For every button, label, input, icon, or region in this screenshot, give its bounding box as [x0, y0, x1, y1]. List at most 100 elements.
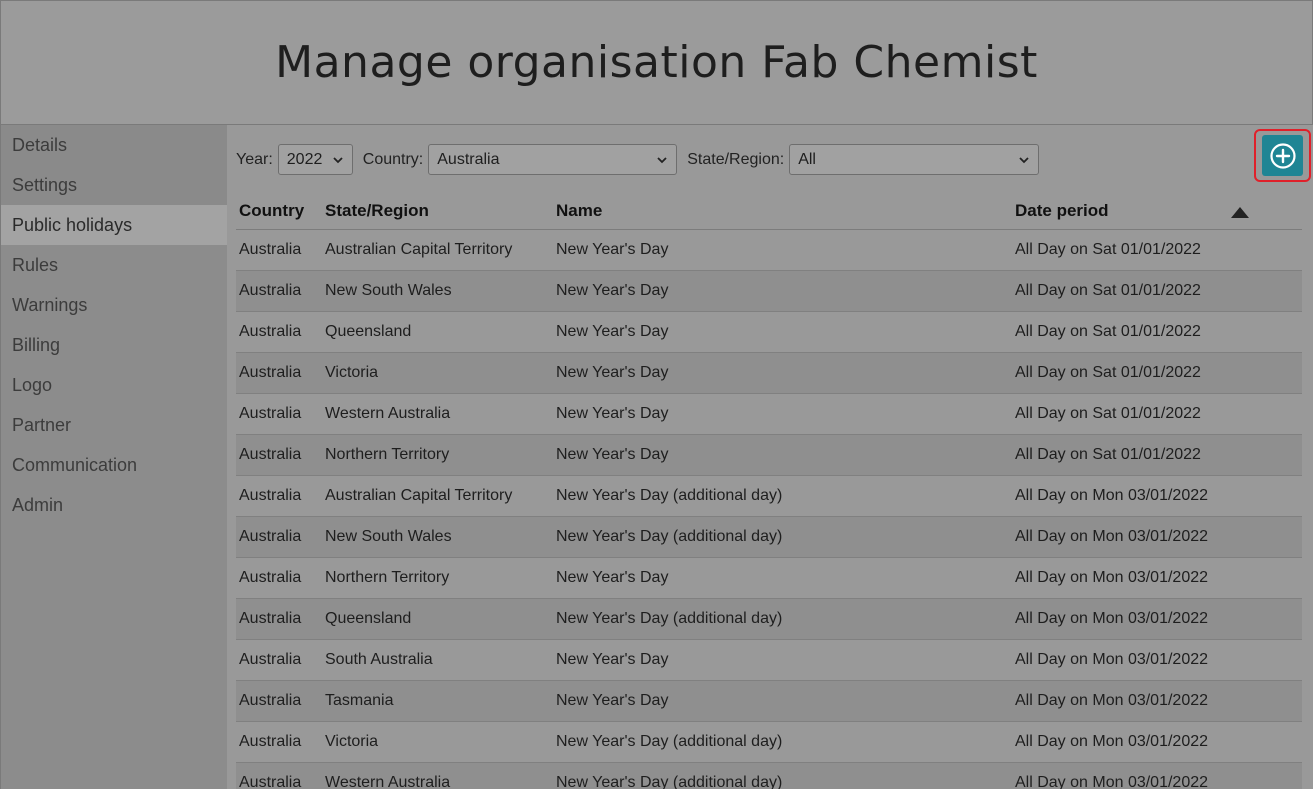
cell-state: Australian Capital Territory	[325, 241, 513, 258]
sidebar-item-public-holidays[interactable]: Public holidays	[1, 205, 227, 245]
cell-name: New Year's Day	[556, 569, 669, 586]
table-row[interactable]: Australia Queensland New Year's Day (add…	[236, 599, 1302, 640]
header-state[interactable]: State/Region	[325, 201, 556, 221]
cell-country: Australia	[239, 487, 302, 504]
country-select[interactable]: Australia	[428, 144, 678, 175]
cell-date: All Day on Mon 03/01/2022	[1015, 651, 1209, 668]
table-row[interactable]: Australia Western Australia New Year's D…	[236, 394, 1302, 435]
year-label: Year:	[236, 150, 273, 168]
cell-state: Queensland	[325, 323, 412, 340]
cell-state: Victoria	[325, 733, 379, 750]
cell-state: Western Australia	[325, 774, 451, 789]
table-row[interactable]: Australia New South Wales New Year's Day…	[236, 517, 1302, 558]
cell-date: All Day on Mon 03/01/2022	[1015, 610, 1209, 627]
cell-name: New Year's Day (additional day)	[556, 610, 783, 627]
chevron-down-icon	[1019, 156, 1029, 163]
cell-state: South Australia	[325, 651, 433, 668]
cell-state: Victoria	[325, 364, 379, 381]
cell-country: Australia	[239, 610, 302, 627]
table-row[interactable]: Australia New South Wales New Year's Day…	[236, 271, 1302, 312]
cell-name: New Year's Day	[556, 446, 669, 463]
sidebar-item-communication[interactable]: Communication	[1, 445, 227, 485]
table-row[interactable]: Australia Northern Territory New Year's …	[236, 558, 1302, 599]
cell-date: All Day on Sat 01/01/2022	[1015, 323, 1201, 340]
cell-date: All Day on Mon 03/01/2022	[1015, 692, 1209, 709]
country-select-value: Australia	[437, 150, 500, 168]
cell-country: Australia	[239, 323, 302, 340]
cell-date: All Day on Mon 03/01/2022	[1015, 487, 1209, 504]
year-select[interactable]: 2022	[277, 144, 353, 175]
cell-name: New Year's Day	[556, 405, 669, 422]
state-label: State/Region:	[687, 150, 785, 168]
sidebar-item-details[interactable]: Details	[1, 125, 227, 165]
cell-name: New Year's Day	[556, 651, 669, 668]
cell-date: All Day on Sat 01/01/2022	[1015, 405, 1201, 422]
cell-date: All Day on Sat 01/01/2022	[1015, 446, 1201, 463]
cell-country: Australia	[239, 569, 302, 586]
table-row[interactable]: Australia Victoria New Year's Day All Da…	[236, 353, 1302, 394]
chevron-down-icon	[657, 156, 667, 163]
cell-country: Australia	[239, 733, 302, 750]
cell-state: New South Wales	[325, 528, 452, 545]
cell-country: Australia	[239, 692, 302, 709]
cell-date: All Day on Sat 01/01/2022	[1015, 364, 1201, 381]
cell-country: Australia	[239, 405, 302, 422]
country-label: Country:	[362, 150, 424, 168]
cell-name: New Year's Day (additional day)	[556, 733, 783, 750]
cell-date: All Day on Mon 03/01/2022	[1015, 774, 1209, 789]
cell-date: All Day on Mon 03/01/2022	[1015, 569, 1209, 586]
table-row[interactable]: Australia Australian Capital Territory N…	[236, 476, 1302, 517]
header-country[interactable]: Country	[236, 201, 325, 221]
table-row[interactable]: Australia Western Australia New Year's D…	[236, 763, 1302, 789]
holidays-table: Country State/Region Name Date period Au…	[236, 193, 1302, 789]
cell-name: New Year's Day	[556, 692, 669, 709]
cell-date: All Day on Mon 03/01/2022	[1015, 733, 1209, 750]
table-row[interactable]: Australia South Australia New Year's Day…	[236, 640, 1302, 681]
cell-name: New Year's Day	[556, 241, 669, 258]
cell-name: New Year's Day (additional day)	[556, 528, 783, 545]
header-date-period[interactable]: Date period	[1015, 201, 1302, 221]
state-select[interactable]: All	[789, 144, 1040, 175]
cell-country: Australia	[239, 528, 302, 545]
plus-circle-icon	[1269, 142, 1296, 169]
sort-ascending-icon[interactable]	[1231, 206, 1249, 218]
cell-state: Queensland	[325, 610, 412, 627]
table-header: Country State/Region Name Date period	[236, 193, 1302, 230]
sidebar: Details Settings Public holidays Rules W…	[0, 125, 227, 789]
sidebar-item-logo[interactable]: Logo	[1, 365, 227, 405]
cell-state: Tasmania	[325, 692, 394, 709]
cell-name: New Year's Day	[556, 364, 669, 381]
cell-country: Australia	[239, 651, 302, 668]
add-holiday-button[interactable]	[1262, 135, 1303, 176]
table-row[interactable]: Australia Northern Territory New Year's …	[236, 435, 1302, 476]
table-row[interactable]: Australia Australian Capital Territory N…	[236, 230, 1302, 271]
page-header: Manage organisation Fab Chemist	[0, 0, 1313, 125]
cell-name: New Year's Day (additional day)	[556, 487, 783, 504]
cell-date: All Day on Mon 03/01/2022	[1015, 528, 1209, 545]
sidebar-item-rules[interactable]: Rules	[1, 245, 227, 285]
cell-date: All Day on Sat 01/01/2022	[1015, 282, 1201, 299]
cell-name: New Year's Day	[556, 282, 669, 299]
page-title: Manage organisation Fab Chemist	[275, 37, 1038, 88]
header-name[interactable]: Name	[556, 201, 1015, 221]
table-row[interactable]: Australia Tasmania New Year's Day All Da…	[236, 681, 1302, 722]
sidebar-item-settings[interactable]: Settings	[1, 165, 227, 205]
cell-country: Australia	[239, 282, 302, 299]
sidebar-item-partner[interactable]: Partner	[1, 405, 227, 445]
sidebar-item-admin[interactable]: Admin	[1, 485, 227, 525]
cell-state: Northern Territory	[325, 446, 450, 463]
sidebar-item-warnings[interactable]: Warnings	[1, 285, 227, 325]
cell-state: Australian Capital Territory	[325, 487, 513, 504]
cell-state: New South Wales	[325, 282, 452, 299]
cell-country: Australia	[239, 774, 302, 789]
cell-state: Western Australia	[325, 405, 451, 422]
cell-date: All Day on Sat 01/01/2022	[1015, 241, 1201, 258]
cell-name: New Year's Day (additional day)	[556, 774, 783, 789]
state-select-value: All	[798, 150, 816, 168]
year-select-value: 2022	[286, 150, 323, 168]
cell-name: New Year's Day	[556, 323, 669, 340]
main-content: Year: 2022 Country: Australia State/Regi…	[227, 125, 1313, 789]
table-row[interactable]: Australia Queensland New Year's Day All …	[236, 312, 1302, 353]
table-row[interactable]: Australia Victoria New Year's Day (addit…	[236, 722, 1302, 763]
sidebar-item-billing[interactable]: Billing	[1, 325, 227, 365]
